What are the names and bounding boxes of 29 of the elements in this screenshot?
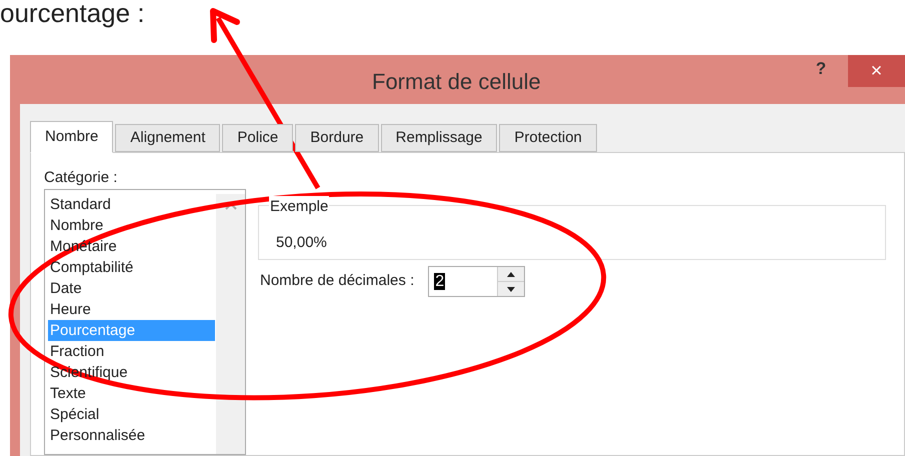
category-item[interactable]: Heure bbox=[48, 299, 215, 320]
close-button[interactable]: × bbox=[848, 55, 905, 87]
category-item[interactable]: Spécial bbox=[48, 404, 215, 425]
decimals-label: Nombre de décimales : bbox=[260, 271, 414, 292]
category-item[interactable]: Nombre bbox=[48, 215, 215, 236]
down-arrow-icon bbox=[507, 286, 516, 292]
help-button[interactable]: ? bbox=[804, 55, 838, 83]
decimals-spinner[interactable]: 2 bbox=[428, 266, 526, 297]
decimals-value: 2 bbox=[434, 272, 446, 290]
tab[interactable]: Nombre bbox=[30, 121, 114, 153]
tab[interactable]: Bordure bbox=[295, 124, 379, 152]
category-item[interactable]: Fraction bbox=[48, 341, 215, 362]
heading-text: ourcentage : bbox=[0, 0, 145, 28]
tab[interactable]: Remplissage bbox=[380, 124, 498, 152]
category-item[interactable]: Personnalisée bbox=[48, 425, 215, 446]
window-title: Format de cellule bbox=[372, 68, 541, 96]
example-value: 50,00% bbox=[276, 233, 327, 253]
category-item[interactable]: Texte bbox=[48, 383, 215, 404]
category-item[interactable]: Standard bbox=[48, 194, 215, 215]
category-label: Catégorie : bbox=[44, 168, 118, 188]
tab[interactable]: Police bbox=[222, 124, 294, 152]
up-arrow-icon bbox=[507, 272, 516, 276]
scrollbar[interactable] bbox=[216, 194, 245, 454]
tab[interactable]: Alignement bbox=[115, 124, 220, 152]
spin-down-button[interactable] bbox=[498, 282, 524, 296]
category-item[interactable]: Comptabilité bbox=[48, 257, 215, 278]
tab[interactable]: Protection bbox=[499, 124, 597, 152]
spin-up-button[interactable] bbox=[498, 267, 524, 282]
category-item[interactable]: Date bbox=[48, 278, 215, 299]
